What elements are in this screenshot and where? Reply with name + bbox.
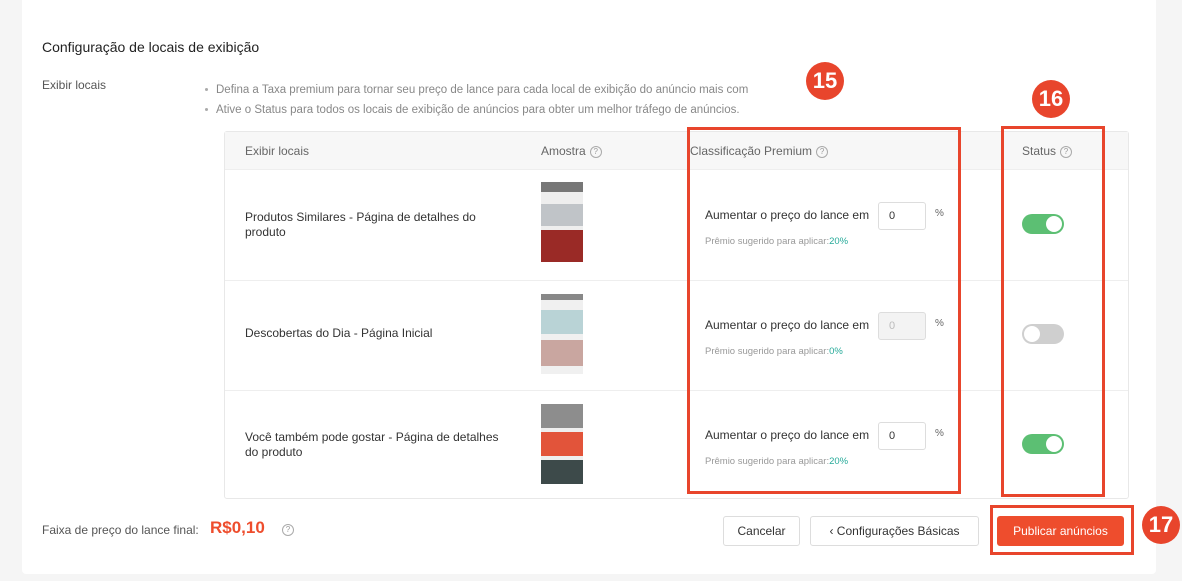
sample-thumbnail[interactable] [541,182,583,262]
table-row: Descobertas do Dia - Página Inicial Aume… [225,280,1128,391]
sample-thumbnail[interactable] [541,294,583,374]
annotation-badge: 17 [1142,506,1180,544]
bullet-icon [205,88,208,92]
annotation-box-premium [687,127,961,494]
help-icon[interactable]: ? [589,145,602,158]
sample-thumbnail[interactable] [541,404,583,484]
table-row: Produtos Similares - Página de detalhes … [225,170,1128,281]
hint-item: Defina a Taxa premium para tornar seu pr… [205,80,748,100]
annotation-box-status [1001,126,1105,497]
hint-list: Defina a Taxa premium para tornar seu pr… [205,80,748,120]
final-bid-range-label: Faixa de preço do lance final: [42,523,199,537]
placements-table: Exibir locais Amostra? Classificação Pre… [224,131,1129,499]
header-sample: Amostra? [541,144,602,158]
location-name: Produtos Similares - Página de detalhes … [245,210,476,239]
final-bid-price: R$0,10 [210,518,265,537]
annotation-badge: 15 [806,62,844,100]
section-title: Configuração de locais de exibição [42,39,260,55]
cancel-button[interactable]: Cancelar [723,516,800,546]
header-location: Exibir locais [245,144,310,158]
basic-settings-button[interactable]: ‹ Configurações Básicas [810,516,979,546]
hint-item: Ative o Status para todos os locais de e… [205,100,748,120]
page-gutter [1156,0,1182,581]
table-row: Você também pode gostar - Página de deta… [225,390,1128,500]
location-name: Descobertas do Dia - Página Inicial [245,326,433,340]
location-name: Você também pode gostar - Página de deta… [245,430,499,459]
table-header: Exibir locais Amostra? Classificação Pre… [225,132,1128,170]
help-icon[interactable]: ? [282,524,294,536]
bullet-icon [205,108,208,112]
display-locations-label: Exibir locais [42,78,107,92]
annotation-badge: 16 [1032,80,1070,118]
annotation-box-publish [990,505,1134,555]
